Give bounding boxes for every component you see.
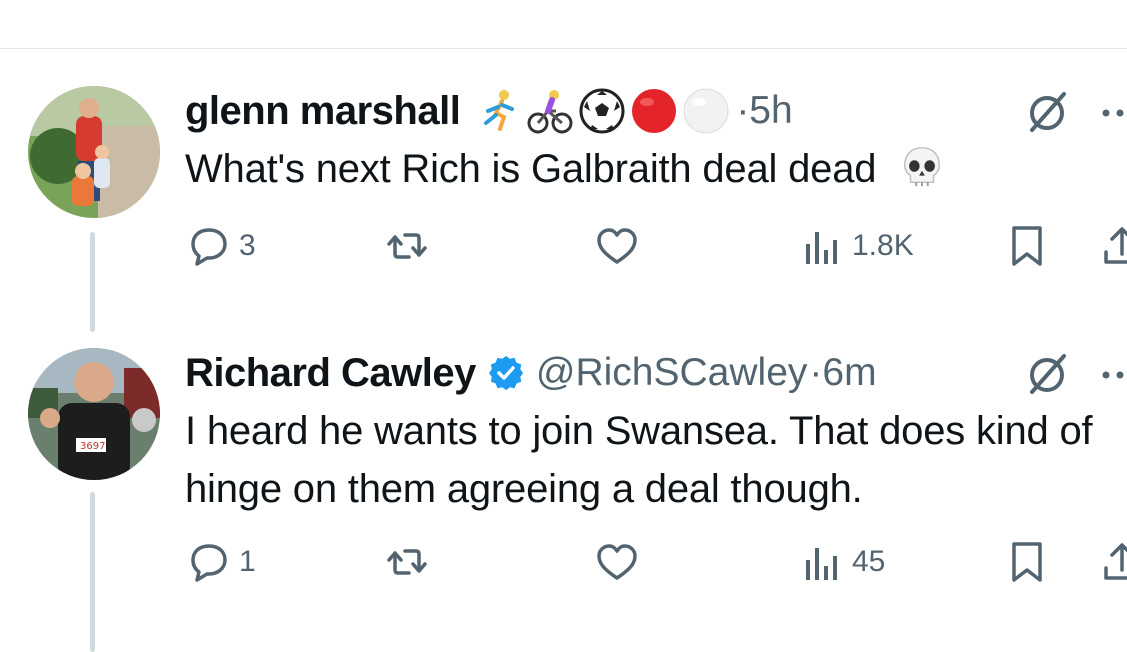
tweet-richard-cawley[interactable]: 3697 Richard Cawley @RichSCawley ·6m I h…	[0, 340, 1127, 652]
share-button[interactable]	[1100, 218, 1127, 274]
verified-badge-icon	[488, 355, 524, 391]
display-name[interactable]: glenn marshall	[185, 89, 461, 134]
tweet-text: I heard he wants to join Swansea. That d…	[185, 409, 1093, 511]
tweet-glenn-marshall[interactable]: glenn marshall ·5h What's next Rich is G…	[0, 78, 1127, 332]
retweet-button[interactable]	[385, 534, 437, 590]
more-options-icon[interactable]	[1100, 98, 1127, 128]
share-button[interactable]	[1100, 534, 1127, 590]
reply-button[interactable]: 3	[187, 218, 256, 274]
reply-icon	[191, 228, 227, 266]
red-circle-emoji	[632, 89, 677, 133]
bookmark-icon	[1012, 226, 1042, 266]
views-icon	[806, 548, 837, 580]
retweet-button[interactable]	[385, 218, 437, 274]
tweet-actions: 3 1.8K	[185, 218, 1127, 274]
bookmark-button[interactable]	[1005, 218, 1049, 274]
grok-icon[interactable]	[1022, 350, 1072, 400]
handle[interactable]: @RichSCawley	[536, 351, 808, 395]
svg-text:3697: 3697	[80, 441, 105, 452]
grok-icon[interactable]	[1022, 88, 1072, 138]
views-button[interactable]: 1.8K	[800, 218, 914, 274]
skull-emoji	[904, 147, 941, 187]
thread-line	[90, 232, 95, 332]
views-icon	[806, 232, 837, 264]
name-emojis	[474, 87, 730, 135]
tweet-header: glenn marshall ·5h	[185, 86, 793, 136]
reply-count: 3	[239, 229, 256, 262]
runner-emoji	[484, 90, 515, 131]
tweet-actions: 1 45	[185, 534, 1127, 590]
like-button[interactable]	[595, 218, 647, 274]
reply-count: 1	[239, 545, 256, 578]
avatar[interactable]: 3697	[28, 348, 160, 480]
view-count: 1.8K	[852, 229, 914, 262]
heart-icon	[597, 544, 637, 580]
reply-button[interactable]: 1	[187, 534, 256, 590]
cyclist-emoji	[527, 90, 573, 134]
tweet-header: Richard Cawley @RichSCawley ·6m	[185, 348, 877, 398]
tweet-text-content: What's next Rich is Galbraith deal dead	[185, 147, 877, 191]
heart-icon	[597, 228, 637, 264]
views-button[interactable]: 45	[800, 534, 885, 590]
display-name[interactable]: Richard Cawley	[185, 351, 476, 396]
timestamp[interactable]: ·6m	[809, 351, 876, 395]
share-icon	[1104, 543, 1127, 580]
retweet-icon	[387, 549, 427, 575]
retweet-icon	[387, 233, 427, 259]
tweet-text: What's next Rich is Galbraith deal dead	[185, 140, 1115, 198]
view-count: 45	[852, 545, 886, 578]
share-icon	[1104, 227, 1127, 264]
white-circle-emoji	[683, 88, 729, 134]
soccer-ball-emoji	[579, 88, 625, 134]
more-options-icon[interactable]	[1100, 360, 1127, 390]
like-button[interactable]	[595, 534, 647, 590]
avatar[interactable]	[28, 86, 160, 218]
thread-line	[90, 492, 95, 652]
reply-icon	[191, 544, 227, 582]
bookmark-icon	[1012, 542, 1042, 582]
timestamp[interactable]: ·5h	[736, 89, 792, 133]
bookmark-button[interactable]	[1005, 534, 1049, 590]
top-divider	[0, 48, 1127, 49]
